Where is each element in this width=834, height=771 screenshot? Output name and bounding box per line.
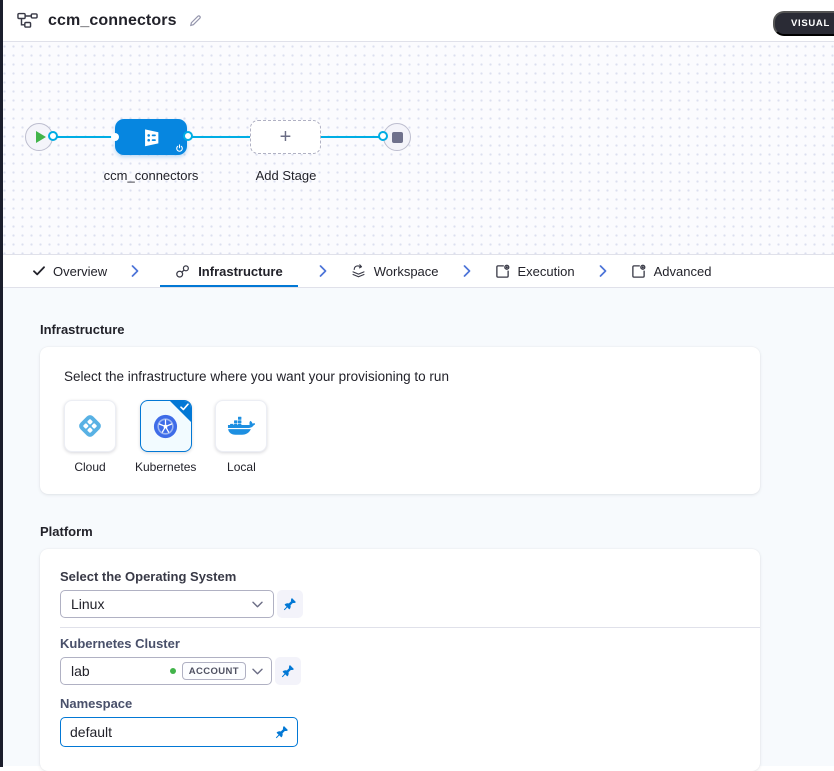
chevron-right-icon	[463, 255, 471, 287]
infra-label-kubernetes: Kubernetes	[135, 460, 196, 474]
add-stage-label: Add Stage	[230, 168, 342, 183]
tab-advanced[interactable]: Advanced	[628, 255, 715, 287]
infra-label-local: Local	[227, 460, 256, 474]
connector-ring[interactable]	[378, 131, 388, 141]
edit-pencil-icon[interactable]	[188, 13, 203, 28]
infrastructure-tab-content: Infrastructure Select the infrastructure…	[0, 288, 834, 766]
check-icon	[33, 266, 45, 276]
custom-stage-icon	[138, 124, 165, 151]
os-select-value: Linux	[71, 596, 104, 612]
tab-execution-label: Execution	[518, 264, 575, 279]
visual-mode-toggle[interactable]: VISUAL	[773, 11, 834, 36]
infrastructure-section-heading: Infrastructure	[40, 322, 834, 337]
stage-config-tabbar: Overview Infrastructure Workspace	[0, 255, 834, 288]
platform-section-heading: Platform	[40, 524, 834, 539]
connector-ring[interactable]	[183, 131, 193, 141]
namespace-field-label: Namespace	[60, 696, 740, 711]
selected-check-icon	[180, 403, 189, 411]
cluster-field-label: Kubernetes Cluster	[60, 636, 740, 651]
tab-workspace[interactable]: Workspace	[348, 255, 442, 287]
pipeline-graph-icon	[17, 12, 38, 29]
scope-badge: ACCOUNT	[182, 662, 246, 680]
namespace-pin-icon[interactable]	[275, 725, 289, 739]
chevron-right-icon	[131, 255, 139, 287]
add-stage-button[interactable]: +	[250, 120, 321, 154]
edge-add-to-end	[321, 136, 381, 138]
collapsed-sidebar-edge[interactable]	[0, 0, 3, 767]
infra-tile-kubernetes[interactable]	[140, 400, 192, 452]
stage-node-ccm-connectors[interactable]	[115, 119, 187, 155]
connector-ring[interactable]	[48, 131, 58, 141]
os-select[interactable]: Linux	[60, 590, 274, 618]
cloud-icon	[76, 412, 104, 440]
tab-overview-label: Overview	[53, 264, 107, 279]
tab-advanced-label: Advanced	[654, 264, 712, 279]
plus-icon: +	[280, 126, 292, 149]
conditional-execution-icon	[175, 144, 184, 153]
chevron-down-icon	[252, 601, 263, 608]
infra-tile-cloud[interactable]	[64, 400, 116, 452]
tab-overview[interactable]: Overview	[30, 255, 110, 287]
platform-divider	[60, 627, 760, 628]
edge-start-to-stage	[52, 136, 116, 138]
infra-tile-local[interactable]	[215, 400, 267, 452]
infra-option-kubernetes: Kubernetes	[135, 400, 196, 474]
tab-infrastructure[interactable]: Infrastructure	[160, 255, 298, 287]
stage-in-port	[111, 133, 119, 141]
chevron-right-icon	[599, 255, 607, 287]
chevron-down-icon[interactable]	[252, 668, 263, 675]
docker-icon	[227, 415, 255, 438]
edge-stage-to-add	[188, 136, 250, 138]
workspace-layers-icon	[351, 264, 366, 279]
os-field-label: Select the Operating System	[60, 569, 740, 584]
infra-label-cloud: Cloud	[74, 460, 105, 474]
pipeline-title: ccm_connectors	[48, 12, 177, 30]
cluster-input[interactable]	[71, 663, 164, 679]
namespace-inputbox[interactable]	[60, 717, 298, 747]
pipeline-header: ccm_connectors VISUAL	[0, 0, 834, 42]
infra-option-local: Local	[215, 400, 267, 474]
cluster-pin-button[interactable]	[275, 657, 301, 685]
tab-infrastructure-label: Infrastructure	[198, 264, 283, 279]
connectivity-status-dot	[170, 668, 176, 674]
os-pin-button[interactable]	[277, 590, 303, 618]
advanced-box-icon	[631, 264, 646, 279]
pipeline-canvas[interactable]: + ccm_connectors Add Stage	[0, 42, 834, 255]
execution-box-icon	[495, 264, 510, 279]
stop-icon	[392, 132, 403, 143]
infrastructure-card: Select the infrastructure where you want…	[40, 347, 760, 494]
infrastructure-description: Select the infrastructure where you want…	[64, 369, 736, 384]
chevron-right-icon	[319, 255, 327, 287]
tab-execution[interactable]: Execution	[492, 255, 578, 287]
stage-name-label: ccm_connectors	[95, 168, 207, 183]
play-icon	[36, 131, 46, 143]
tab-workspace-label: Workspace	[374, 264, 439, 279]
infrastructure-nodes-icon	[175, 264, 190, 279]
infra-option-cloud: Cloud	[64, 400, 116, 474]
namespace-input[interactable]	[70, 724, 275, 740]
infrastructure-options: Cloud	[64, 400, 736, 474]
platform-card: Select the Operating System Linux Kubern…	[40, 549, 760, 771]
cluster-combobox[interactable]: ACCOUNT	[60, 657, 272, 685]
